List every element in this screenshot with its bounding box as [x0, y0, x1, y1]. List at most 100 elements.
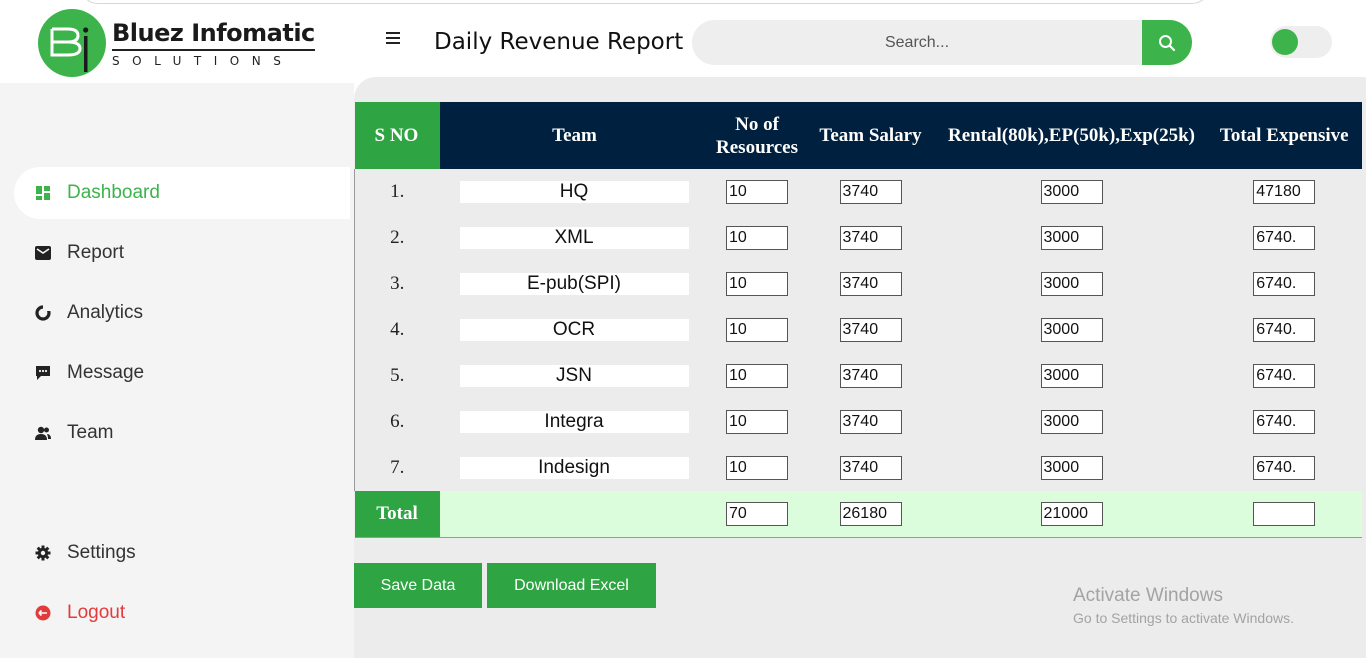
sidebar-item-label: Message — [67, 362, 145, 383]
rental-cell — [937, 307, 1207, 353]
sidebar-item-team[interactable]: Team — [14, 407, 350, 459]
total-resources-input[interactable] — [726, 501, 788, 526]
salary-cell — [805, 215, 937, 261]
resources-input[interactable] — [726, 456, 788, 480]
col-header-team: Team — [552, 125, 597, 146]
col-header-total: Total Expensive — [1219, 125, 1349, 146]
rental-cell — [937, 169, 1207, 215]
team-name-field[interactable]: Indesign — [459, 457, 689, 479]
chat-icon — [34, 364, 52, 382]
total-expense-input[interactable] — [1253, 226, 1316, 250]
col-header-resources: No of Resources — [716, 113, 798, 158]
total-expense-input[interactable] — [1253, 364, 1316, 388]
resources-cell — [710, 215, 805, 261]
resources-input[interactable] — [726, 180, 788, 204]
resources-input[interactable] — [726, 272, 788, 296]
resources-input[interactable] — [726, 364, 788, 388]
logout-icon — [34, 604, 52, 622]
total-expense-input[interactable] — [1253, 318, 1316, 342]
table-row: 4. OCR — [354, 307, 1363, 353]
save-data-button[interactable]: Save Data — [354, 563, 482, 608]
table-row: 3. E-pub(SPI) — [354, 261, 1363, 307]
team-cell: JSN — [440, 353, 710, 399]
salary-cell — [805, 399, 937, 445]
gear-icon — [34, 544, 52, 562]
team-name-field[interactable]: HQ — [459, 181, 689, 203]
resources-input[interactable] — [726, 410, 788, 434]
search-icon — [1159, 34, 1176, 51]
team-name-field[interactable]: OCR — [459, 319, 689, 341]
pie-chart-icon — [34, 304, 52, 322]
resources-input[interactable] — [726, 226, 788, 250]
salary-input[interactable] — [839, 364, 902, 388]
sidebar: Dashboard Report Analytics Message Team … — [0, 83, 354, 658]
table-header-row: S NO Team No of Resources Team Salary Re… — [354, 102, 1362, 169]
col-header-rental: Rental(80k),EP(50k),Exp(25k) — [947, 125, 1195, 146]
total-cell — [1207, 261, 1363, 307]
resources-cell — [710, 445, 805, 491]
page-title: Daily Revenue Report — [434, 29, 684, 55]
sidebar-item-report[interactable]: Report — [14, 227, 350, 279]
total-expense-input[interactable] — [1253, 272, 1316, 296]
total-rental-input[interactable] — [1040, 501, 1103, 526]
theme-toggle[interactable] — [1270, 26, 1332, 58]
rental-input[interactable] — [1040, 272, 1103, 296]
sidebar-item-dashboard[interactable]: Dashboard — [14, 167, 350, 219]
sidebar-item-label: Report — [67, 242, 125, 263]
row-sno: 5. — [354, 353, 440, 399]
total-expense-input[interactable] — [1253, 456, 1316, 480]
rental-input[interactable] — [1040, 364, 1103, 388]
download-excel-button[interactable]: Download Excel — [487, 563, 656, 608]
watermark-subtitle: Go to Settings to activate Windows. — [1073, 610, 1294, 626]
salary-cell — [805, 353, 937, 399]
table-row: 7. Indesign — [354, 445, 1363, 491]
salary-input[interactable] — [839, 226, 902, 250]
resources-cell — [710, 307, 805, 353]
resources-input[interactable] — [726, 318, 788, 342]
rental-cell — [937, 399, 1207, 445]
salary-input[interactable] — [839, 318, 902, 342]
rental-input[interactable] — [1040, 410, 1103, 434]
salary-input[interactable] — [839, 272, 902, 296]
salary-input[interactable] — [839, 456, 902, 480]
brand-name: Bluez Infomatic — [112, 19, 315, 51]
salary-cell — [805, 261, 937, 307]
revenue-table: S NO Team No of Resources Team Salary Re… — [354, 102, 1362, 538]
sidebar-item-label: Logout — [67, 602, 126, 623]
salary-input[interactable] — [839, 180, 902, 204]
row-sno: 1. — [354, 169, 440, 215]
table-row: 2. XML — [354, 215, 1363, 261]
main-content: S NO Team No of Resources Team Salary Re… — [354, 77, 1366, 658]
rental-input[interactable] — [1040, 318, 1103, 342]
sidebar-item-analytics[interactable]: Analytics — [14, 287, 350, 339]
team-name-field[interactable]: JSN — [459, 365, 689, 387]
resources-cell — [710, 261, 805, 307]
rental-input[interactable] — [1040, 180, 1103, 204]
search-input[interactable] — [692, 20, 1142, 65]
team-name-field[interactable]: XML — [459, 227, 689, 249]
sidebar-item-message[interactable]: Message — [14, 347, 350, 399]
total-expense-input[interactable] — [1253, 410, 1316, 434]
rental-input[interactable] — [1040, 456, 1103, 480]
brand-logo[interactable]: Bluez Infomatic SOLUTIONS — [38, 9, 315, 77]
sidebar-item-logout[interactable]: Logout — [14, 587, 350, 639]
salary-cell — [805, 169, 937, 215]
total-expense-input[interactable] — [1253, 180, 1316, 204]
team-name-field[interactable]: Integra — [459, 411, 689, 433]
rental-input[interactable] — [1040, 226, 1103, 250]
team-cell: XML — [440, 215, 710, 261]
total-cell — [1207, 307, 1363, 353]
salary-input[interactable] — [839, 410, 902, 434]
grand-total-input[interactable] — [1253, 501, 1316, 526]
menu-toggle-icon[interactable] — [386, 32, 402, 46]
users-icon — [34, 424, 52, 442]
team-name-field[interactable]: E-pub(SPI) — [459, 273, 689, 295]
total-cell — [1207, 215, 1363, 261]
resources-cell — [710, 169, 805, 215]
search-button[interactable] — [1142, 20, 1192, 65]
table-row: 6. Integra — [354, 399, 1363, 445]
total-salary-input[interactable] — [839, 501, 902, 526]
sidebar-item-settings[interactable]: Settings — [14, 527, 350, 579]
sidebar-item-label: Analytics — [67, 302, 144, 323]
table-row: 1. HQ — [354, 169, 1363, 215]
